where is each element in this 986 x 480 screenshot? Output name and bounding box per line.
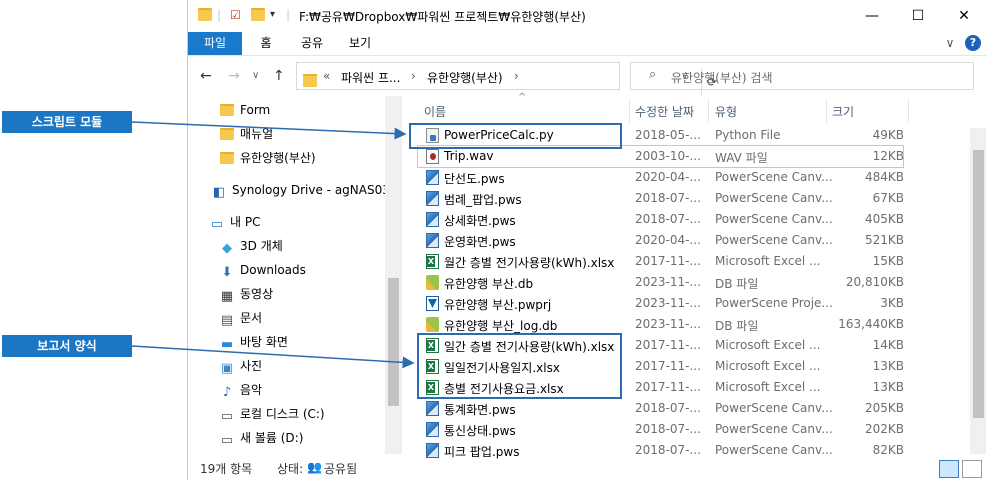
- arrow-to-report: [131, 345, 415, 369]
- arrow-to-script: [131, 121, 407, 140]
- annotation-arrows: [131, 121, 415, 369]
